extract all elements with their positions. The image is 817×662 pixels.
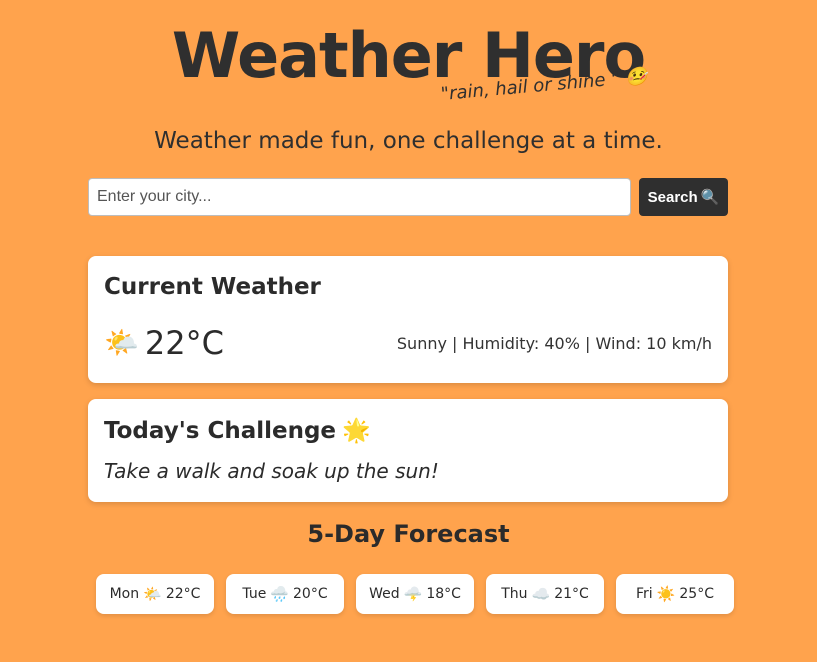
forecast-temp: 20°C (293, 586, 328, 602)
sick-face-icon: 🤒 (624, 65, 649, 89)
forecast-day: Mon (109, 586, 140, 602)
forecast-item-tue: Tue 🌧️ 20°C (226, 574, 344, 614)
challenge-title: Today's Challenge 🌟 (104, 417, 371, 445)
app-title: Weather Hero (171, 19, 646, 92)
forecast-temp: 18°C (426, 586, 461, 602)
sun-behind-cloud-icon: 🌤️ (143, 585, 162, 603)
forecast-day: Thu (501, 586, 528, 602)
forecast-item-thu: Thu ☁️ 21°C (486, 574, 604, 614)
forecast-day: Wed (369, 586, 400, 602)
forecast-day: Tue (242, 586, 267, 602)
forecast-list: Mon 🌤️ 22°C Tue 🌧️ 20°C Wed 🌩️ 18°C Thu … (96, 574, 736, 614)
forecast-day: Fri (636, 586, 653, 602)
rain-cloud-icon: 🌧️ (270, 585, 289, 603)
weather-details: Sunny | Humidity: 40% | Wind: 10 km/h (396, 333, 712, 353)
forecast-item-fri: Fri ☀️ 25°C (616, 574, 734, 614)
challenge-card: Today's Challenge 🌟 Take a walk and soak… (88, 399, 728, 502)
search-button-label: Search (647, 188, 698, 206)
star-icon: 🌟 (342, 418, 371, 444)
forecast-title: 5-Day Forecast (307, 520, 510, 548)
city-search-input[interactable] (88, 178, 631, 216)
current-weather-title: Current Weather (104, 274, 321, 300)
forecast-temp: 21°C (554, 586, 589, 602)
sun-icon: ☀️ (656, 585, 676, 603)
search-button[interactable]: Search 🔍 (639, 178, 728, 216)
temperature-group: 🌤️ 22°C (104, 324, 224, 362)
thunder-cloud-icon: 🌩️ (403, 585, 423, 603)
current-weather-card: Current Weather 🌤️ 22°C Sunny | Humidity… (88, 256, 728, 383)
challenge-text: Take a walk and soak up the sun! (104, 459, 439, 483)
forecast-item-wed: Wed 🌩️ 18°C (356, 574, 474, 614)
sun-behind-cloud-icon: 🌤️ (104, 326, 139, 359)
forecast-item-mon: Mon 🌤️ 22°C (96, 574, 214, 614)
cloud-icon: ☁️ (531, 585, 551, 603)
forecast-temp: 25°C (679, 586, 714, 602)
current-temperature: 22°C (144, 324, 224, 362)
magnifier-icon: 🔍 (700, 188, 720, 206)
challenge-title-text: Today's Challenge (104, 417, 337, 444)
subtitle: Weather made fun, one challenge at a tim… (154, 128, 663, 154)
current-weather-row: 🌤️ 22°C Sunny | Humidity: 40% | Wind: 10… (104, 322, 712, 364)
forecast-temp: 22°C (165, 586, 201, 602)
